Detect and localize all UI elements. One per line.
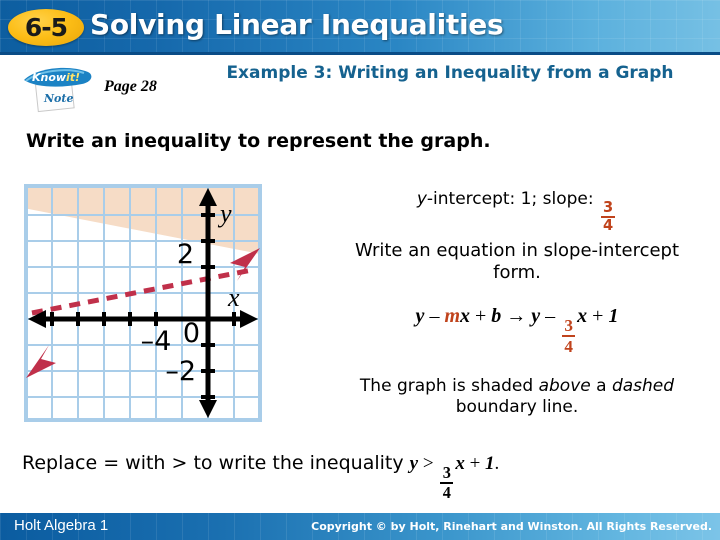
slide-header: 6-5 Solving Linear Inequalities	[0, 0, 720, 55]
x-axis-label: x	[227, 283, 240, 312]
ineq-plus: +	[469, 453, 481, 474]
slope-denominator: 4	[602, 217, 614, 235]
conclusion-text: Replace = with > to write the inequality	[22, 452, 404, 474]
shade-text-1: The graph is shaded	[359, 376, 534, 396]
know-it-note-logo: Know it! Note	[22, 62, 102, 114]
ineq-period: .	[494, 453, 500, 474]
eq-lhs-equals: –	[429, 305, 440, 327]
header-divider	[0, 52, 720, 55]
x-tick-label-neg4: –4	[141, 326, 172, 357]
eq-rhs-plus: +	[592, 305, 604, 327]
eq-arrow: →	[506, 305, 527, 327]
eq-lhs-b: b	[491, 305, 502, 327]
page-reference: Page 28	[104, 78, 157, 95]
slope-fraction: 3 4	[600, 198, 616, 235]
origin-label-0: 0	[183, 318, 200, 349]
eq-rhs-fraction: 3 4	[562, 316, 576, 357]
shade-text-3: boundary line.	[455, 397, 579, 418]
ineq-x: x	[455, 453, 465, 474]
coordinate-graph: y x –4 2 0 –2	[24, 184, 262, 422]
ineq-fraction: 3 4	[440, 462, 454, 503]
slope-intercept-equation: y – mx + b → y – 3 4 x + 1	[330, 305, 704, 356]
ineq-y: y	[409, 453, 419, 474]
ineq-sign: >	[422, 453, 434, 474]
intercept-slope-line: y-intercept: 1; slope: 3 4	[322, 189, 712, 234]
y-axis-label: y	[217, 199, 232, 228]
conclusion-inequality: y > 3 4 x + 1.	[409, 453, 500, 501]
y-var-label: y	[416, 189, 427, 209]
slope-numerator: 3	[602, 198, 614, 216]
ineq-numerator: 3	[442, 462, 451, 482]
shading-explanation: The graph is shaded above a dashed bound…	[326, 376, 708, 418]
page-title: Solving Linear Inequalities	[90, 8, 504, 41]
eq-lhs-m: m	[444, 305, 460, 327]
y-tick-label-2: 2	[177, 239, 194, 270]
shade-emphasis-above: above	[538, 376, 591, 396]
shade-emphasis-dashed: dashed	[611, 376, 675, 396]
example-title: Example 3: Writing an Inequality from a …	[226, 63, 674, 83]
lesson-number-text: 6-5	[24, 13, 68, 42]
shade-text-2: a	[596, 376, 607, 396]
svg-text:Note: Note	[43, 92, 73, 105]
slope-intercept-instruction: Write an equation in slope-intercept for…	[354, 240, 680, 283]
ineq-const: 1	[485, 453, 495, 474]
svg-text:Know: Know	[32, 71, 67, 84]
conclusion-line: Replace = with > to write the inequality…	[22, 452, 712, 501]
footer-book-title: Holt Algebra 1	[14, 517, 109, 534]
eq-lhs-y: y	[415, 305, 425, 327]
y-tick-label-neg2: –2	[165, 356, 196, 387]
eq-lhs-plus: +	[475, 305, 487, 327]
eq-rhs-equals: –	[545, 305, 556, 327]
eq-rhs-y: y	[531, 305, 541, 327]
eq-rhs-const: 1	[608, 305, 619, 327]
lesson-number-badge: 6-5	[8, 9, 84, 46]
prompt-text: Write an inequality to represent the gra…	[26, 130, 491, 152]
ineq-denominator: 4	[442, 483, 451, 503]
footer-copyright: Copyright © by Holt, Rinehart and Winsto…	[311, 520, 712, 533]
svg-text:it!: it!	[66, 71, 80, 84]
eq-rhs-denominator: 4	[564, 337, 573, 357]
slide-footer: Holt Algebra 1 Copyright © by Holt, Rine…	[0, 513, 720, 540]
eq-lhs-x: x	[460, 305, 470, 327]
intercept-slope-text: -intercept: 1; slope:	[426, 189, 594, 209]
eq-rhs-x: x	[577, 305, 588, 327]
eq-rhs-numerator: 3	[564, 316, 573, 336]
